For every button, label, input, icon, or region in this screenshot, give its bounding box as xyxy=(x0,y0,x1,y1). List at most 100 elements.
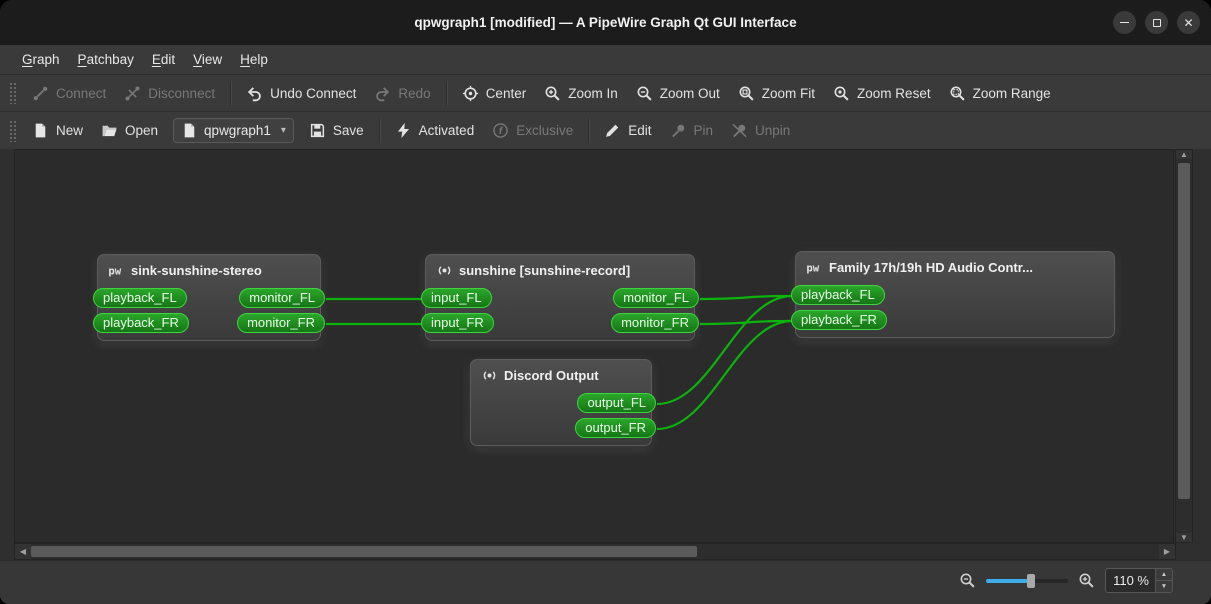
maximize-button[interactable] xyxy=(1145,11,1168,34)
pipewire-icon: pw xyxy=(108,262,125,279)
connect-label: Connect xyxy=(56,86,106,101)
menu-graph[interactable]: Graph xyxy=(13,49,69,70)
port-playback_FR[interactable]: playback_FR xyxy=(791,310,887,330)
zoom-reset-button[interactable]: Zoom Reset xyxy=(824,80,940,107)
port-output_FL[interactable]: output_FL xyxy=(577,393,656,413)
node-title: sunshine [sunshine-record] xyxy=(459,263,630,278)
close-button[interactable]: ✕ xyxy=(1177,11,1200,34)
pin-icon xyxy=(670,122,687,139)
redo-button[interactable]: Redo xyxy=(365,80,439,107)
port-input_FR[interactable]: input_FR xyxy=(421,313,494,333)
port-monitor_FL[interactable]: monitor_FL xyxy=(613,288,699,308)
redo-label: Redo xyxy=(398,86,430,101)
port-monitor_FR[interactable]: monitor_FR xyxy=(237,313,325,333)
zoom-slider[interactable] xyxy=(986,573,1068,589)
node-sunshine[interactable]: sunshine [sunshine-record]input_FLinput_… xyxy=(425,254,695,341)
spin-up-icon[interactable]: ▲ xyxy=(1156,569,1172,581)
edit-patchbay-label: Edit xyxy=(628,123,651,138)
zoom-range-label: Zoom Range xyxy=(973,86,1051,101)
exclusive-label: Exclusive xyxy=(516,123,573,138)
open-icon xyxy=(101,122,118,139)
patchbay-file-combo[interactable]: qpwgraph1▾ xyxy=(173,118,294,143)
scroll-left-arrow-icon[interactable]: ◀ xyxy=(15,544,31,559)
port-monitor_FL[interactable]: monitor_FL xyxy=(239,288,325,308)
zoom-range-button[interactable]: Zoom Range xyxy=(940,80,1060,107)
maximize-icon xyxy=(1153,19,1161,27)
horizontal-scroll-handle[interactable] xyxy=(31,546,697,557)
port-output_FR[interactable]: output_FR xyxy=(575,418,656,438)
port-playback_FR[interactable]: playback_FR xyxy=(93,313,189,333)
spin-down-icon[interactable]: ▼ xyxy=(1156,581,1172,593)
speaker-icon xyxy=(436,262,453,279)
redo-icon xyxy=(374,85,391,102)
vertical-scroll-handle[interactable] xyxy=(1178,163,1190,500)
toolbar-grip[interactable] xyxy=(9,120,16,142)
port-monitor_FR[interactable]: monitor_FR xyxy=(611,313,699,333)
zoom-in-icon[interactable] xyxy=(1078,572,1095,589)
disconnect-label: Disconnect xyxy=(148,86,215,101)
connection-wire[interactable] xyxy=(700,321,792,324)
new-button[interactable]: New xyxy=(23,117,92,144)
menu-view[interactable]: View xyxy=(184,49,231,70)
zoom-spinbox[interactable]: 110 % ▲ ▼ xyxy=(1105,568,1173,593)
pin-button[interactable]: Pin xyxy=(661,117,723,144)
toolbar-grip[interactable] xyxy=(9,82,16,104)
edit-patchbay-button[interactable]: Edit xyxy=(595,117,660,144)
zoom-out-label: Zoom Out xyxy=(660,86,720,101)
unpin-button[interactable]: Unpin xyxy=(722,117,799,144)
unpin-icon xyxy=(731,122,748,139)
scrollbar-corner xyxy=(1176,543,1193,560)
node-family-audio[interactable]: pwFamily 17h/19h HD Audio Contr...playba… xyxy=(795,251,1115,338)
node-title: Family 17h/19h HD Audio Contr... xyxy=(829,260,1033,275)
connection-wire[interactable] xyxy=(700,296,792,299)
vertical-scroll-track[interactable] xyxy=(1176,159,1192,533)
zoom-fit-label: Zoom Fit xyxy=(762,86,815,101)
open-button[interactable]: Open xyxy=(92,117,167,144)
zoom-slider-handle[interactable] xyxy=(1027,574,1035,588)
connect-button[interactable]: Connect xyxy=(23,80,115,107)
undo-connect-label: Undo Connect xyxy=(270,86,356,101)
speaker-icon xyxy=(481,367,498,384)
port-input_FL[interactable]: input_FL xyxy=(421,288,492,308)
menu-patchbay[interactable]: Patchbay xyxy=(69,49,143,70)
undo-connect-button[interactable]: Undo Connect xyxy=(237,80,365,107)
exclusive-button[interactable]: fExclusive xyxy=(483,117,582,144)
new-icon xyxy=(32,122,49,139)
scroll-right-arrow-icon[interactable]: ▶ xyxy=(1159,544,1175,559)
zoom-out-button[interactable]: Zoom Out xyxy=(627,80,729,107)
toolbar-separator xyxy=(446,81,447,105)
graph-row: pwsink-sunshine-stereoplayback_FLplaybac… xyxy=(0,149,1211,543)
titlebar[interactable]: qpwgraph1 [modified] — A PipeWire Graph … xyxy=(0,0,1211,45)
horizontal-scroll-row: ◀ ▶ xyxy=(0,543,1211,560)
graph-canvas[interactable]: pwsink-sunshine-stereoplayback_FLplaybac… xyxy=(14,149,1174,543)
node-title: sink-sunshine-stereo xyxy=(131,263,262,278)
horizontal-scroll-track[interactable] xyxy=(31,544,1159,559)
menubar: GraphPatchbayEditViewHelp xyxy=(0,45,1211,74)
zoom-in-button[interactable]: Zoom In xyxy=(535,80,627,107)
zoom-value: 110 % xyxy=(1106,569,1155,592)
scroll-down-arrow-icon[interactable]: ▼ xyxy=(1176,533,1192,542)
scroll-up-arrow-icon[interactable]: ▲ xyxy=(1176,150,1192,159)
activated-button[interactable]: Activated xyxy=(386,117,484,144)
horizontal-scrollbar[interactable]: ◀ ▶ xyxy=(14,543,1176,560)
center-button[interactable]: Center xyxy=(453,80,536,107)
vertical-scrollbar[interactable]: ▲ ▼ xyxy=(1175,149,1193,543)
minimize-button[interactable] xyxy=(1113,11,1136,34)
save-icon xyxy=(309,122,326,139)
port-playback_FL[interactable]: playback_FL xyxy=(791,285,885,305)
zoom-out-icon[interactable] xyxy=(959,572,976,589)
node-sink-sunshine-stereo[interactable]: pwsink-sunshine-stereoplayback_FLplaybac… xyxy=(97,254,321,341)
menu-help[interactable]: Help xyxy=(231,49,277,70)
zoom-fit-button[interactable]: Zoom Fit xyxy=(729,80,824,107)
save-button[interactable]: Save xyxy=(300,117,373,144)
disconnect-button[interactable]: Disconnect xyxy=(115,80,224,107)
port-playback_FL[interactable]: playback_FL xyxy=(93,288,187,308)
new-label: New xyxy=(56,123,83,138)
zoom-reset-label: Zoom Reset xyxy=(857,86,931,101)
node-header: pw sink-sunshine-stereo xyxy=(98,255,320,283)
zoom-in-icon xyxy=(544,85,561,102)
menu-edit[interactable]: Edit xyxy=(143,49,184,70)
node-discord-output[interactable]: Discord Outputoutput_FLoutput_FR xyxy=(470,359,652,446)
zoom-out-icon xyxy=(636,85,653,102)
chevron-down-icon: ▾ xyxy=(281,125,286,136)
